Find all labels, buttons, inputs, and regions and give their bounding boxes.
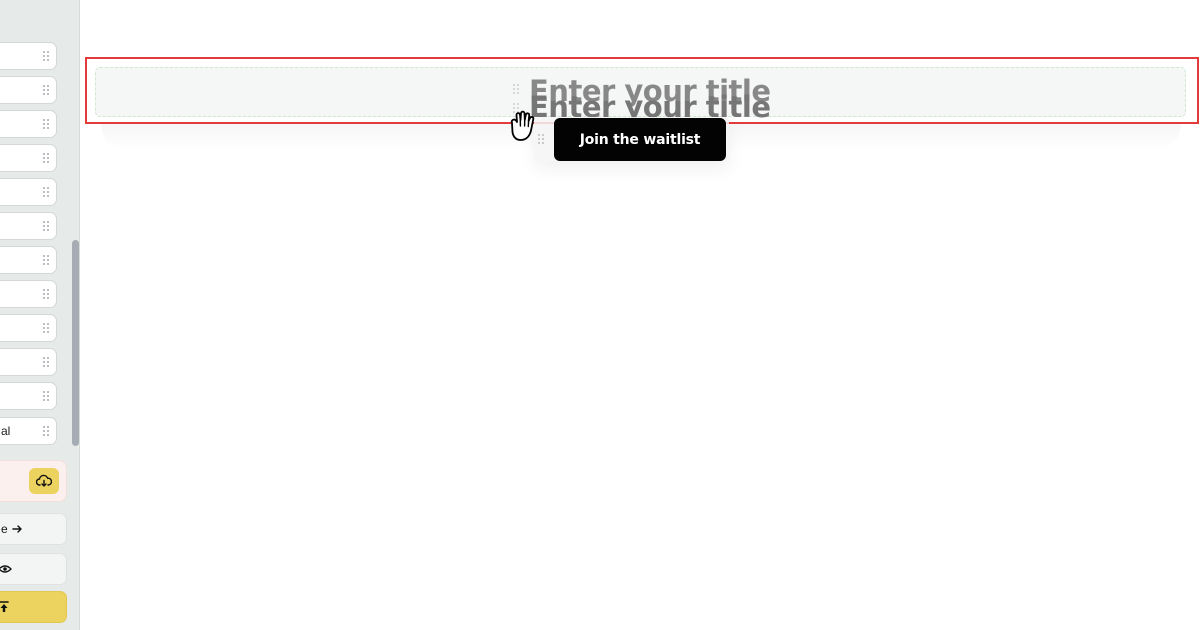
cloud-download-icon [36,474,52,487]
drag-handle-icon[interactable] [43,221,49,231]
sidebar-block-item[interactable] [0,42,57,70]
sidebar-block-item[interactable] [0,144,57,172]
editor-canvas[interactable]: Enter your title Enter your title Join t… [81,0,1200,630]
drag-handle-icon[interactable] [43,255,49,265]
drag-handle-icon[interactable] [43,187,49,197]
cloud-download-button[interactable] [29,468,59,494]
sidebar-next-label: e [1,522,8,536]
eye-icon [0,565,12,573]
drag-handle-icon[interactable] [43,289,49,299]
drag-handle-icon[interactable] [43,85,49,95]
sidebar: al e [0,0,80,630]
drag-handle-icon[interactable] [43,323,49,333]
sidebar-block-item[interactable] [0,76,57,104]
upload-icon [0,601,9,612]
sidebar-block-item[interactable] [0,246,57,274]
sidebar-block-item[interactable]: al [0,417,57,445]
drag-handle-icon[interactable] [43,426,49,436]
join-waitlist-button[interactable]: Join the waitlist [554,118,726,161]
sidebar-publish-button[interactable] [0,591,67,623]
sidebar-block-item[interactable] [0,178,57,206]
sidebar-block-item[interactable] [0,212,57,240]
drag-handle-icon[interactable] [43,153,49,163]
publish-card [0,460,67,502]
sidebar-block-label: al [1,424,11,438]
drag-handle-icon[interactable] [43,51,49,61]
drag-handle-icon[interactable] [43,119,49,129]
drag-handle-icon[interactable] [43,357,49,367]
sidebar-block-item[interactable] [0,314,57,342]
sidebar-next-button[interactable]: e [0,513,67,545]
grab-hand-cursor-icon [510,110,535,141]
drag-handle-icon[interactable] [513,84,519,94]
arrow-right-icon [12,525,22,533]
sidebar-block-item[interactable] [0,280,57,308]
drag-handle-icon[interactable] [43,391,49,401]
sidebar-block-item[interactable] [0,382,57,410]
sidebar-block-item[interactable] [0,110,57,138]
sidebar-block-item[interactable] [0,348,57,376]
sidebar-scrollbar[interactable] [72,240,79,446]
sidebar-preview-button[interactable] [0,553,67,585]
